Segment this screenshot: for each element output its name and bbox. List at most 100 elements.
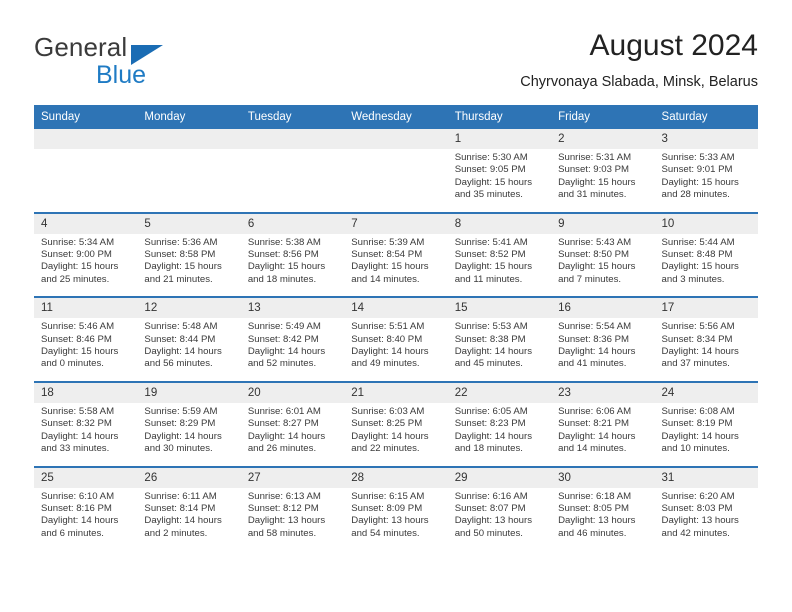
sunrise-text: Sunrise: 5:43 AM [558, 236, 632, 248]
day-number[interactable]: 8 [447, 211, 552, 234]
sunset-text: Sunset: 8:50 PM [558, 249, 630, 261]
day-cell[interactable]: Sunrise: 5:58 AM Sunset: 8:32 PM Daylight:… [34, 402, 138, 467]
day-cell[interactable]: Sunrise: 5:53 AM Sunset: 8:38 PM Daylight:… [447, 318, 552, 382]
sunset-text: Sunset: 8:19 PM [661, 418, 733, 430]
page-subtitle: Chyrvonaya Slabada, Minsk, Belarus [520, 74, 758, 90]
daylight-text-line2: and 52 minutes. [247, 358, 317, 370]
daylight-text-line2: and 56 minutes. [144, 358, 213, 370]
day-number[interactable]: 16 [551, 296, 655, 319]
sunset-text: Sunset: 8:56 PM [247, 249, 319, 261]
day-cell[interactable]: Sunrise: 6:05 AM Sunset: 8:23 PM Daylight:… [447, 402, 552, 467]
sunrise-text: Sunrise: 6:03 AM [351, 405, 425, 417]
daylight-text-line1: Daylight: 13 hours [661, 515, 739, 527]
day-cell[interactable]: Sunrise: 5:30 AM Sunset: 9:05 PM Daylight:… [447, 149, 552, 213]
sunset-text: Sunset: 8:54 PM [351, 249, 423, 261]
week-info-row: Sunrise: 5:46 AM Sunset: 8:46 PM Daylight:… [34, 318, 758, 382]
day-cell[interactable]: Sunrise: 5:56 AM Sunset: 8:34 PM Daylight:… [654, 318, 758, 382]
daylight-text-line2: and 14 minutes. [351, 273, 420, 285]
day-number[interactable]: 4 [34, 211, 138, 234]
daylight-text-line2: and 42 minutes. [661, 527, 730, 539]
day-number[interactable]: 20 [240, 380, 345, 403]
day-number[interactable]: 15 [447, 296, 552, 319]
day-number[interactable]: 12 [137, 296, 241, 319]
day-number[interactable]: 21 [344, 380, 448, 403]
sunrise-text: Sunrise: 5:53 AM [454, 321, 528, 333]
daylight-text-line2: and 2 minutes. [144, 527, 208, 539]
day-number[interactable]: 18 [34, 380, 138, 403]
day-cell[interactable]: Sunrise: 5:46 AM Sunset: 8:46 PM Daylight:… [34, 318, 138, 382]
day-cell[interactable]: Sunrise: 5:38 AM Sunset: 8:56 PM Daylight:… [240, 233, 345, 298]
calendar-body: 1 2 3 Sunrise: 5:30 AM Sunset: 9:05 PM Daylig… [34, 129, 758, 551]
day-cell[interactable]: Sunrise: 6:08 AM Sunset: 8:19 PM Daylight:… [654, 402, 758, 467]
day-cell[interactable]: Sunrise: 6:13 AM Sunset: 8:12 PM Daylight:… [240, 487, 345, 551]
day-number[interactable]: 19 [137, 380, 241, 403]
sunset-text: Sunset: 8:14 PM [144, 502, 216, 514]
day-cell[interactable]: Sunrise: 6:03 AM Sunset: 8:25 PM Daylight:… [344, 402, 448, 467]
day-cell[interactable]: Sunrise: 6:16 AM Sunset: 8:07 PM Daylight:… [447, 487, 552, 551]
day-cell[interactable]: Sunrise: 6:20 AM Sunset: 8:03 PM Daylight:… [654, 487, 758, 551]
sunrise-text: Sunrise: 5:51 AM [351, 321, 425, 333]
daylight-text-line1: Daylight: 14 hours [351, 346, 429, 358]
day-number[interactable]: 5 [137, 211, 241, 234]
day-number[interactable]: 29 [447, 465, 552, 488]
day-number[interactable]: 28 [344, 465, 448, 488]
daylight-text-line2: and 14 minutes. [558, 443, 627, 455]
sunset-text: Sunset: 8:07 PM [454, 502, 526, 514]
day-cell[interactable]: Sunrise: 6:11 AM Sunset: 8:14 PM Daylight:… [137, 487, 241, 551]
day-cell[interactable]: Sunrise: 6:06 AM Sunset: 8:21 PM Daylight:… [551, 402, 655, 467]
day-number[interactable]: 10 [654, 211, 758, 234]
day-number[interactable]: 25 [34, 465, 138, 488]
day-cell-empty [34, 149, 138, 213]
day-cell[interactable]: Sunrise: 5:54 AM Sunset: 8:36 PM Daylight:… [551, 318, 655, 382]
week-info-row: Sunrise: 6:10 AM Sunset: 8:16 PM Daylight:… [34, 487, 758, 551]
day-cell[interactable]: Sunrise: 5:49 AM Sunset: 8:42 PM Daylight:… [240, 318, 345, 382]
week-daynumber-row: 4 5 6 7 8 9 10 [34, 211, 758, 234]
daylight-text-line1: Daylight: 15 hours [661, 261, 739, 273]
day-number[interactable]: 31 [654, 465, 758, 488]
day-cell[interactable]: Sunrise: 5:31 AM Sunset: 9:03 PM Daylight:… [551, 149, 655, 213]
day-cell[interactable]: Sunrise: 5:41 AM Sunset: 8:52 PM Daylight:… [447, 233, 552, 298]
sunset-text: Sunset: 8:40 PM [351, 333, 423, 345]
day-number[interactable]: 13 [240, 296, 345, 319]
daylight-text-line1: Daylight: 14 hours [247, 346, 326, 358]
day-cell[interactable]: Sunrise: 5:39 AM Sunset: 8:54 PM Daylight:… [344, 233, 448, 298]
daylight-text-line2: and 46 minutes. [558, 527, 627, 539]
sunset-text: Sunset: 8:32 PM [41, 418, 112, 430]
day-number[interactable]: 6 [240, 211, 345, 234]
sunset-text: Sunset: 8:44 PM [144, 333, 216, 345]
sunrise-text: Sunrise: 6:08 AM [661, 405, 735, 417]
day-number[interactable]: 23 [551, 380, 655, 403]
brand-logo[interactable]: General Blue [34, 32, 264, 92]
day-number[interactable]: 27 [240, 465, 345, 488]
day-cell[interactable]: Sunrise: 6:15 AM Sunset: 8:09 PM Daylight:… [344, 487, 448, 551]
day-cell[interactable]: Sunrise: 5:43 AM Sunset: 8:50 PM Daylight:… [551, 233, 655, 298]
day-number[interactable]: 30 [551, 465, 655, 488]
day-number[interactable]: 1 [447, 129, 552, 149]
day-cell[interactable]: Sunrise: 5:59 AM Sunset: 8:29 PM Daylight:… [137, 402, 241, 467]
day-cell[interactable]: Sunrise: 6:18 AM Sunset: 8:05 PM Daylight:… [551, 487, 655, 551]
day-number[interactable]: 14 [344, 296, 448, 319]
day-cell[interactable]: Sunrise: 6:10 AM Sunset: 8:16 PM Daylight:… [34, 487, 138, 551]
day-cell[interactable]: Sunrise: 5:33 AM Sunset: 9:01 PM Daylight:… [654, 149, 758, 213]
day-number[interactable]: 2 [551, 129, 655, 149]
daylight-text-line2: and 0 minutes. [41, 358, 104, 370]
day-number[interactable]: 3 [654, 129, 758, 149]
day-cell[interactable]: Sunrise: 5:34 AM Sunset: 9:00 PM Daylight:… [34, 233, 138, 298]
day-number[interactable]: 17 [654, 296, 758, 319]
day-number[interactable]: 26 [137, 465, 241, 488]
day-number[interactable]: 22 [447, 380, 552, 403]
day-number[interactable]: 24 [654, 380, 758, 403]
sunrise-text: Sunrise: 6:18 AM [558, 490, 632, 502]
day-cell[interactable]: Sunrise: 5:44 AM Sunset: 8:48 PM Daylight:… [654, 233, 758, 298]
daylight-text-line1: Daylight: 14 hours [144, 346, 222, 358]
day-number[interactable]: 7 [344, 211, 448, 234]
day-number-empty [344, 129, 448, 149]
day-number[interactable]: 9 [551, 211, 655, 234]
day-cell[interactable]: Sunrise: 5:36 AM Sunset: 8:58 PM Daylight:… [137, 233, 241, 298]
day-number[interactable]: 11 [34, 296, 138, 319]
sunrise-text: Sunrise: 6:13 AM [247, 490, 321, 502]
day-cell[interactable]: Sunrise: 6:01 AM Sunset: 8:27 PM Daylight:… [240, 402, 345, 467]
week-info-row: Sunrise: 5:58 AM Sunset: 8:32 PM Daylight:… [34, 402, 758, 467]
day-cell[interactable]: Sunrise: 5:51 AM Sunset: 8:40 PM Daylight:… [344, 318, 448, 382]
day-cell[interactable]: Sunrise: 5:48 AM Sunset: 8:44 PM Daylight:… [137, 318, 241, 382]
